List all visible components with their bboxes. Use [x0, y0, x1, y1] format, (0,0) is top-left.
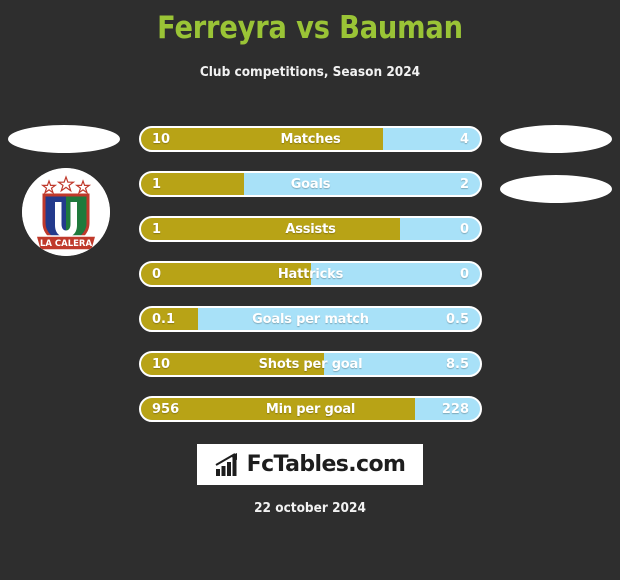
away-logo-slot-bottom [500, 175, 612, 203]
badge-disc: LA CALERA [22, 168, 110, 256]
stat-label: Min per goal [265, 401, 356, 417]
stat-label: Shots per goal [258, 356, 363, 372]
stat-away-value: 0 [459, 221, 469, 237]
fctables-watermark: FcTables.com [197, 444, 423, 485]
stat-label: Goals [290, 176, 331, 192]
stat-label: Hattricks [277, 266, 344, 282]
stat-bar-row: 10 Matches 4 [139, 126, 482, 152]
union-la-calera-crest-icon: LA CALERA [22, 168, 110, 256]
away-logo-slot-top [500, 125, 612, 153]
stat-away-value: 4 [459, 131, 469, 147]
page-title: Ferreyra vs Bauman [157, 10, 463, 46]
blank-ellipse-placeholder [8, 125, 120, 153]
stat-bar-row: 956 Min per goal 228 [139, 396, 482, 422]
home-club-badge: LA CALERA [22, 168, 110, 256]
stat-label: Goals per match [252, 311, 369, 327]
home-logo-slot-top [8, 125, 120, 153]
stat-away-value: 8.5 [445, 356, 469, 372]
bar-chart-growth-icon [215, 452, 237, 476]
stat-away-value: 228 [441, 401, 469, 417]
page-subtitle: Club competitions, Season 2024 [199, 64, 421, 80]
badge-banner-text: LA CALERA [40, 239, 93, 249]
footer-date: 22 october 2024 [254, 500, 366, 516]
stat-away-value: 0 [459, 266, 469, 282]
stat-label: Assists [285, 221, 336, 237]
stat-away-value: 0.5 [445, 311, 469, 327]
stat-bars-list: 10 Matches 4 1 Goals 2 1 Assists 0 0 Hattricks 0 0.1… [139, 126, 482, 441]
stat-away-value: 2 [459, 176, 469, 192]
stat-label: Matches [280, 131, 341, 147]
stat-bar-row: 10 Shots per goal 8.5 [139, 351, 482, 377]
stat-bar-row: 1 Goals 2 [139, 171, 482, 197]
blank-ellipse-placeholder [500, 175, 612, 203]
stat-bar-row: 0.1 Goals per match 0.5 [139, 306, 482, 332]
watermark-text: FcTables.com [246, 452, 406, 477]
blank-ellipse-placeholder [500, 125, 612, 153]
stat-comparison-page: Ferreyra vs Bauman Club competitions, Se… [0, 0, 620, 580]
stat-bar-row: 0 Hattricks 0 [139, 261, 482, 287]
stat-bar-row: 1 Assists 0 [139, 216, 482, 242]
